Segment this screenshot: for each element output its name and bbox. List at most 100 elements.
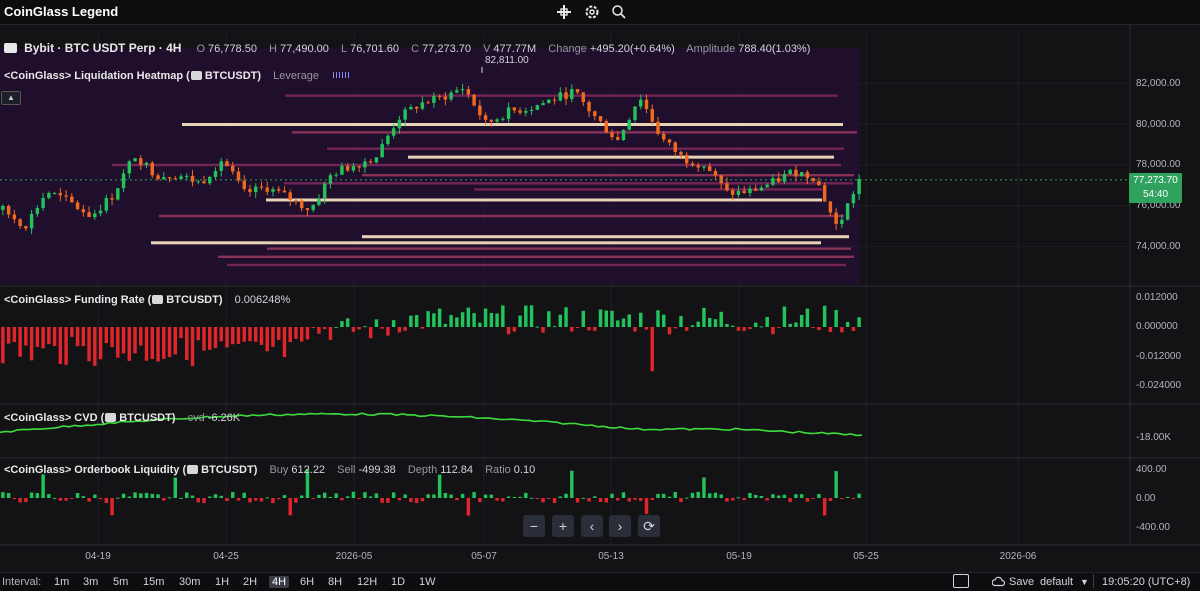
candle-body	[443, 96, 448, 100]
funding-axis-label: -0.024000	[1136, 380, 1182, 391]
liquidation-band	[362, 235, 849, 239]
orderbook-bar	[857, 493, 861, 498]
interval-12h[interactable]: 12H	[357, 576, 377, 588]
orderbook-bar	[173, 477, 177, 498]
save-button[interactable]: Save	[1009, 576, 1034, 588]
orderbook-bar	[133, 492, 137, 498]
candle-body	[70, 196, 74, 203]
zoom-out-button[interactable]: −	[523, 515, 545, 537]
candle-body	[817, 181, 821, 186]
orderbook-bar	[587, 498, 591, 502]
symbol-name[interactable]: Bybit · BTC USDT Perp · 4H	[24, 41, 181, 55]
settings-gear-icon[interactable]	[583, 3, 601, 21]
candle-body	[403, 109, 407, 120]
interval-1d[interactable]: 1D	[391, 576, 405, 588]
orderbook-bar	[6, 493, 11, 498]
funding-legend[interactable]: <CoinGlass> Funding Rate (BTCUSDT) 0.006…	[4, 294, 299, 306]
toolbar-divider	[1093, 574, 1094, 588]
orderbook-bar	[765, 498, 769, 501]
scroll-left-button[interactable]: ‹	[581, 515, 603, 537]
amplitude-value: 788.40(1.03%)	[738, 43, 811, 55]
funding-bar	[753, 322, 758, 327]
interval-5m[interactable]: 5m	[113, 576, 128, 588]
candle-body	[564, 92, 568, 99]
interval-1w[interactable]: 1W	[419, 576, 436, 588]
interval-30m[interactable]: 30m	[179, 576, 200, 588]
orderbook-bar	[254, 498, 258, 501]
orderbook-bar	[299, 495, 304, 498]
heatmap-symbol: BTCUSDT	[204, 70, 258, 82]
orderbook-bar	[610, 493, 614, 498]
candle-body	[765, 184, 769, 188]
interval-8h[interactable]: 8H	[328, 576, 342, 588]
funding-bar	[604, 310, 608, 327]
interval-6h[interactable]: 6H	[300, 576, 314, 588]
layout-name[interactable]: default	[1040, 576, 1073, 588]
funding-bar	[87, 327, 91, 362]
fullscreen-icon[interactable]	[953, 574, 969, 588]
current-price-tag: 77,273.70 54:40	[1129, 173, 1182, 203]
candle-body	[363, 161, 367, 168]
ticker-icon	[105, 413, 117, 422]
candle-body	[133, 158, 137, 162]
funding-bar	[633, 327, 637, 332]
interval-4h[interactable]: 4H	[269, 576, 290, 588]
orderbook-bar	[782, 494, 787, 498]
reset-chart-button[interactable]: ⟳	[638, 515, 660, 537]
funding-bar	[570, 327, 574, 332]
candle-body	[552, 99, 557, 101]
interval-2h[interactable]: 2H	[243, 576, 257, 588]
candle-body	[213, 170, 218, 177]
funding-bar	[587, 327, 591, 331]
orderbook-bar	[650, 498, 654, 501]
crosshair-plus-icon[interactable]	[555, 3, 573, 21]
orderbook-bar	[317, 494, 321, 498]
funding-bar	[133, 327, 137, 354]
candle-body	[368, 161, 373, 163]
scroll-right-button[interactable]: ›	[609, 515, 631, 537]
interval-1h[interactable]: 1H	[215, 576, 229, 588]
cvd-legend[interactable]: <CoinGlass> CVD (BTCUSDT) cvd -6.26K	[4, 412, 249, 424]
candle-body	[679, 151, 683, 155]
candle-body	[196, 181, 200, 183]
funding-bar	[29, 327, 34, 361]
high-price-marker: 82,811.00	[485, 55, 529, 66]
high-value: 77,490.00	[279, 43, 329, 55]
orderbook-bar	[685, 497, 689, 499]
funding-bar	[437, 308, 442, 327]
interval-1m[interactable]: 1m	[54, 576, 69, 588]
cvd-value: -6.26K	[207, 412, 241, 424]
cloud-save-icon[interactable]	[991, 576, 1006, 590]
orderbook-bar	[236, 498, 241, 501]
candle-body	[702, 166, 706, 168]
layout-dropdown-icon[interactable]: ▼	[1080, 577, 1089, 587]
funding-bar	[420, 327, 425, 329]
candle-body	[857, 179, 861, 195]
search-icon[interactable]	[610, 3, 628, 21]
orderbook-legend[interactable]: <CoinGlass> Orderbook Liquidity (BTCUSDT…	[4, 464, 544, 476]
funding-bar	[845, 322, 850, 327]
funding-bar	[512, 327, 517, 332]
funding-bar	[788, 323, 792, 327]
interval-15m[interactable]: 15m	[143, 576, 164, 588]
funding-bar	[144, 327, 149, 361]
interval-3m[interactable]: 3m	[83, 576, 98, 588]
collapse-legend-button[interactable]: ▲	[1, 91, 21, 105]
orderbook-bar	[725, 498, 729, 502]
funding-bar	[455, 317, 459, 327]
funding-bar	[374, 319, 379, 327]
amplitude-label: Amplitude	[686, 43, 736, 55]
candle-body	[219, 161, 223, 171]
change-value: +495.20(+0.64%)	[589, 43, 675, 55]
funding-bar	[259, 327, 264, 345]
funding-bar	[621, 318, 626, 327]
funding-bar	[822, 305, 827, 327]
heatmap-legend[interactable]: <CoinGlass> Liquidation Heatmap (BTCUSDT…	[4, 70, 350, 82]
zoom-in-button[interactable]: +	[552, 515, 574, 537]
funding-bar	[35, 327, 40, 347]
funding-bar	[397, 327, 402, 333]
funding-bar	[662, 314, 666, 327]
orderbook-bar	[213, 494, 218, 498]
orderbook-bar	[742, 498, 746, 501]
funding-bar	[242, 327, 246, 342]
